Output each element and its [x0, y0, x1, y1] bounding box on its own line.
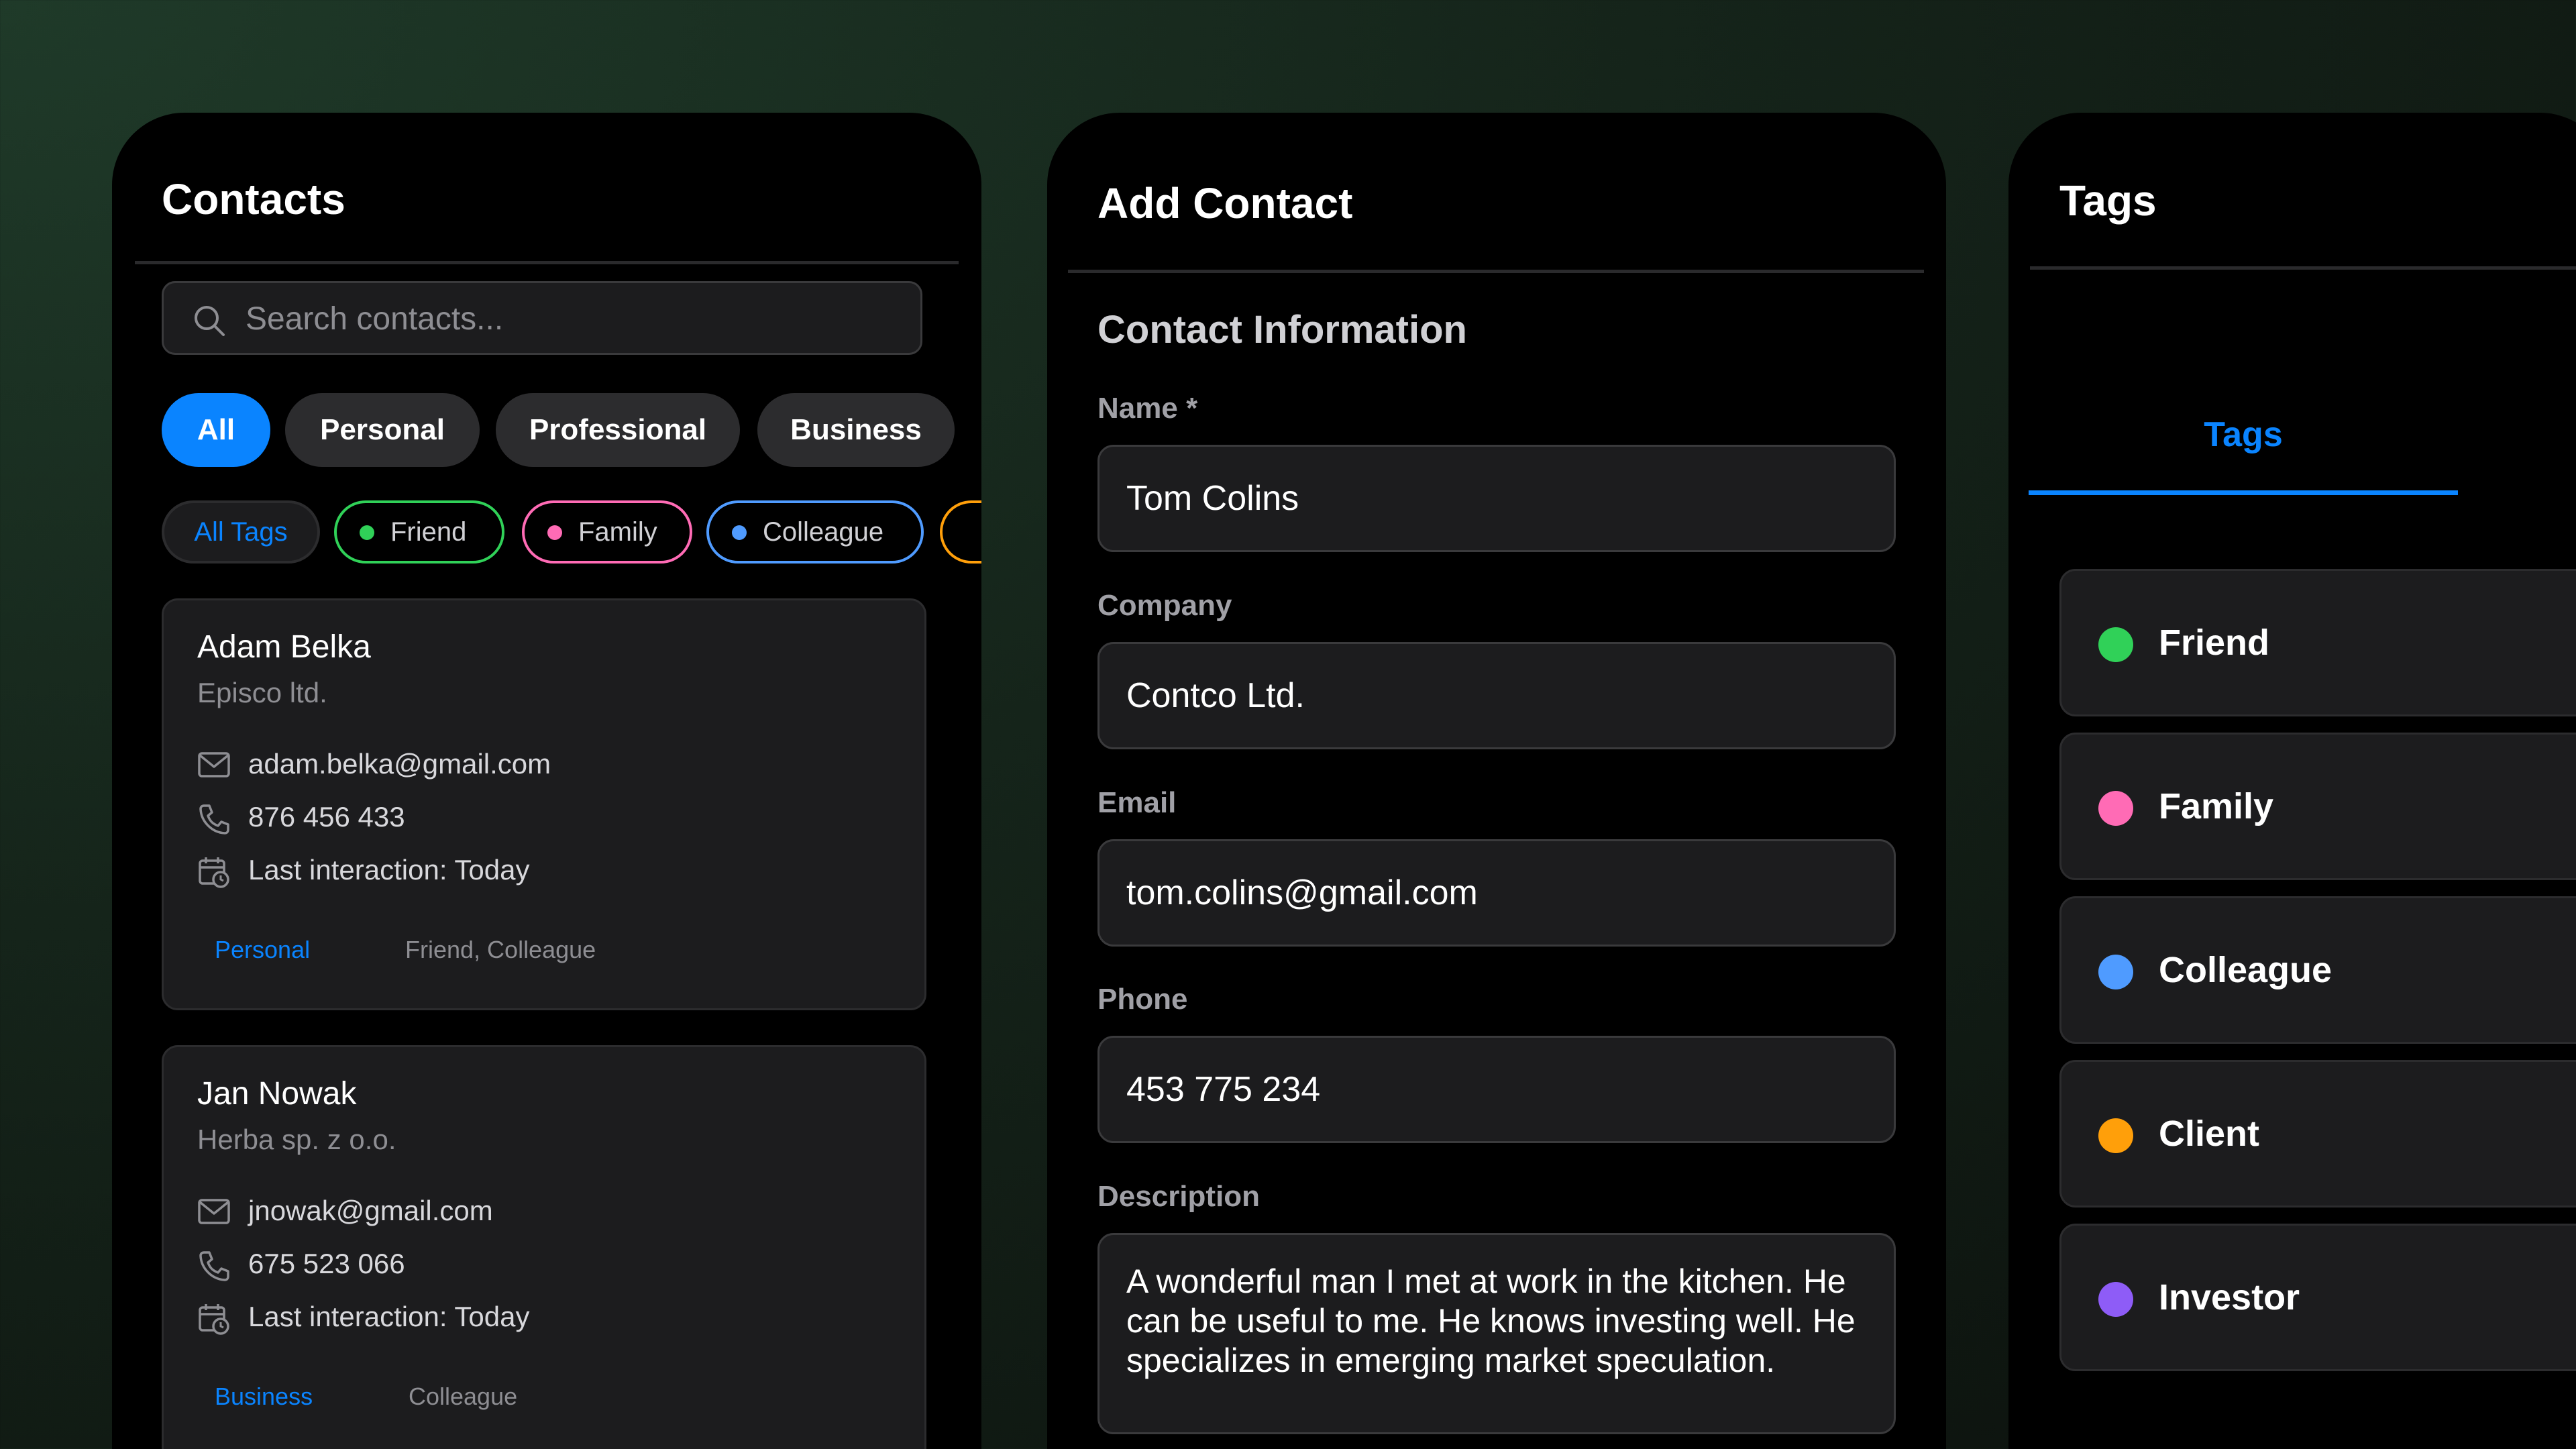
tag-color-dot: [2098, 1282, 2133, 1317]
tab-tags[interactable]: Tags: [2029, 381, 2458, 495]
contacts-screen: Contacts All Personal Professional Busin…: [112, 113, 981, 1449]
tag-row-friend[interactable]: Friend: [2059, 569, 2576, 716]
contact-card[interactable]: Adam Belka Episco ltd. adam.belka@gmail.…: [162, 598, 926, 1010]
tag-label: Colleague: [2159, 950, 2332, 990]
contact-email: jnowak@gmail.com: [248, 1195, 493, 1226]
tab-active-indicator: [2029, 490, 2458, 495]
tag-color-dot: [547, 525, 562, 540]
tab-label: Tags: [2204, 415, 2283, 454]
phone-field[interactable]: 453 775 234: [1097, 1036, 1896, 1143]
contact-company: Herba sp. z o.o.: [197, 1124, 396, 1155]
contact-category: Business: [215, 1383, 313, 1410]
contact-email: adam.belka@gmail.com: [248, 748, 551, 780]
tag-row-investor[interactable]: Investor: [2059, 1224, 2576, 1371]
contact-category: Personal: [215, 936, 311, 963]
tag-filter-all[interactable]: All Tags: [162, 500, 320, 564]
tag-color-dot: [2098, 627, 2133, 662]
contact-last-interaction: Last interaction: Today: [248, 1301, 530, 1332]
category-all-button[interactable]: All: [162, 393, 270, 467]
contact-name: Jan Nowak: [197, 1076, 357, 1112]
phone-label: Phone: [1097, 983, 1188, 1016]
calendar-clock-icon: [199, 1304, 229, 1335]
tag-filter-label: Family: [578, 517, 657, 547]
tag-label: Client: [2159, 1114, 2260, 1154]
tag-filter-label: Colleague: [763, 517, 884, 547]
contact-name: Adam Belka: [197, 629, 371, 665]
tag-color-dot: [360, 525, 374, 540]
contact-tags: Colleague: [409, 1383, 518, 1410]
page-title: Tags: [2059, 176, 2157, 225]
search-field[interactable]: [162, 281, 922, 355]
tag-filter-colleague[interactable]: Colleague: [706, 500, 924, 564]
title-divider: [1068, 270, 1924, 273]
description-label: Description: [1097, 1180, 1260, 1213]
mail-icon: [198, 752, 230, 777]
search-input[interactable]: [244, 283, 904, 354]
page-title: Contacts: [162, 175, 345, 223]
contact-last-interaction: Last interaction: Today: [248, 854, 530, 885]
tag-row-client[interactable]: Client: [2059, 1060, 2576, 1208]
company-field[interactable]: Contco Ltd.: [1097, 642, 1896, 749]
email-label: Email: [1097, 786, 1177, 819]
page-title: Add Contact: [1097, 179, 1353, 227]
tags-screen: Tags Tags Friend Family Colleague Client…: [2008, 113, 2576, 1449]
title-divider: [135, 261, 959, 264]
contact-tags: Friend, Colleague: [405, 936, 596, 963]
phone-icon: [199, 1251, 229, 1281]
category-personal-button[interactable]: Personal: [285, 393, 480, 467]
tag-color-dot: [2098, 1118, 2133, 1153]
calendar-clock-icon: [199, 857, 229, 888]
mail-icon: [198, 1199, 230, 1224]
category-professional-button[interactable]: Professional: [496, 393, 740, 467]
company-label: Company: [1097, 589, 1232, 622]
phone-icon: [199, 804, 229, 835]
tag-label: Investor: [2159, 1277, 2300, 1318]
tag-row-family[interactable]: Family: [2059, 733, 2576, 880]
category-business-button[interactable]: Business: [757, 393, 955, 467]
contact-company: Episco ltd.: [197, 677, 327, 708]
tag-filter-friend[interactable]: Friend: [334, 500, 504, 564]
tag-color-dot: [2098, 955, 2133, 989]
tag-filter-family[interactable]: Family: [522, 500, 692, 564]
email-field[interactable]: tom.colins@gmail.com: [1097, 839, 1896, 947]
tag-filter-client[interactable]: [940, 500, 981, 564]
tag-label: Friend: [2159, 623, 2270, 663]
name-field[interactable]: Tom Colins: [1097, 445, 1896, 552]
title-divider: [2030, 266, 2576, 270]
tag-label: Family: [2159, 786, 2274, 826]
add-contact-screen: Add Contact Contact Information Name * T…: [1047, 113, 1946, 1449]
tag-color-dot: [732, 525, 747, 540]
search-icon: [195, 306, 225, 336]
tag-row-colleague[interactable]: Colleague: [2059, 896, 2576, 1044]
contact-phone: 876 456 433: [248, 801, 405, 833]
description-field[interactable]: A wonderful man I met at work in the kit…: [1097, 1233, 1896, 1434]
contact-card[interactable]: Jan Nowak Herba sp. z o.o. jnowak@gmail.…: [162, 1045, 926, 1449]
section-title: Contact Information: [1097, 308, 1467, 352]
contact-phone: 675 523 066: [248, 1248, 405, 1279]
name-label: Name *: [1097, 392, 1198, 425]
tag-color-dot: [2098, 791, 2133, 826]
tag-filter-label: Friend: [390, 517, 467, 547]
